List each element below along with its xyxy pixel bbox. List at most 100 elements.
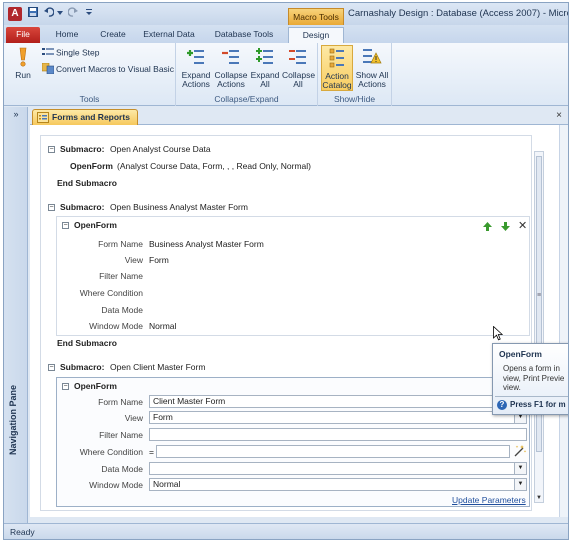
filter-name-input-3[interactable] [149, 428, 527, 441]
tooltip-help: ? Press F1 for m [497, 400, 566, 410]
mouse-cursor-icon [493, 325, 504, 343]
filter-name-label-2: Filter Name [99, 271, 143, 281]
expand-actions-label-1: Expand [181, 69, 211, 80]
show-all-actions-label-1: Show All [355, 69, 389, 80]
collapse-actions-label-1: Collapse [214, 69, 248, 80]
window-mode-dropdown-icon[interactable]: ▼ [514, 479, 526, 490]
undo-dropdown-icon[interactable] [56, 7, 64, 21]
submacro-3-name[interactable]: Open Client Master Form [110, 362, 205, 372]
tools-group: Run Single Step Convert Macros to Visual… [4, 43, 176, 106]
convert-macros-button[interactable]: Convert Macros to Visual Basic [41, 62, 174, 76]
help-icon: ? [497, 400, 507, 410]
close-document-icon[interactable]: × [556, 110, 562, 121]
show-all-actions-icon [355, 47, 389, 70]
run-label: Run [15, 69, 31, 80]
collapse-submacro-3-icon[interactable]: − [48, 364, 55, 371]
run-button[interactable]: Run [10, 47, 36, 80]
delete-action-icon[interactable]: ✕ [518, 219, 527, 232]
submacro-1-keyword: Submacro: [60, 144, 105, 154]
where-condition-equals-3: = [149, 447, 154, 457]
tools-group-label: Tools [79, 94, 100, 104]
collapse-expand-group: Expand Actions Collapse Actions Expand A… [176, 43, 318, 106]
end-submacro-2: End Submacro [57, 338, 117, 348]
update-parameters-link[interactable]: Update Parameters [452, 495, 526, 505]
submacro-1-action[interactable]: OpenForm [70, 161, 113, 171]
form-name-combo-3[interactable]: Client Master Form ▼ [149, 395, 527, 408]
tooltip-title: OpenForm [499, 349, 542, 359]
form-name-label-2: Form Name [98, 239, 143, 249]
form-name-value-2[interactable]: Business Analyst Master Form [149, 239, 264, 249]
filter-name-label-3: Filter Name [99, 430, 143, 440]
collapse-submacro-2-icon[interactable]: − [48, 204, 55, 211]
access-window: A Macro Tools Carnashaly Design : Databa… [3, 2, 569, 540]
window-mode-combo-3[interactable]: Normal ▼ [149, 478, 527, 491]
macro-tools-context-label: Macro Tools [288, 8, 344, 25]
data-mode-combo-3[interactable]: ▼ [149, 462, 527, 475]
customize-icon[interactable] [82, 7, 96, 21]
openform-3-title: OpenForm [74, 381, 117, 391]
expand-all-icon [250, 47, 280, 70]
scroll-down-icon[interactable]: ▼ [536, 495, 542, 501]
single-step-label: Single Step [56, 47, 100, 58]
navigation-pane[interactable]: » Navigation Pane [4, 107, 28, 523]
tab-file[interactable]: File [6, 27, 40, 43]
action-catalog-button[interactable]: Action Catalog [321, 45, 353, 91]
action-catalog-icon [322, 48, 352, 71]
window-mode-label-3: Window Mode [89, 480, 143, 490]
submacro-1-name[interactable]: Open Analyst Course Data [110, 144, 211, 154]
show-hide-group: Action Catalog Show All Actions Show/Hid… [318, 43, 392, 106]
tab-create[interactable]: Create [94, 27, 132, 43]
form-name-label-3: Form Name [98, 397, 143, 407]
window-mode-value-2[interactable]: Normal [149, 321, 176, 331]
view-combo-3[interactable]: Form ▼ [149, 411, 527, 424]
tab-forms-and-reports-label: Forms and Reports [52, 112, 130, 122]
window-mode-label-2: Window Mode [89, 321, 143, 331]
ribbon: Run Single Step Convert Macros to Visual… [4, 43, 568, 106]
collapse-openform-3-icon[interactable]: − [62, 383, 69, 390]
tab-design[interactable]: Design [288, 27, 344, 43]
status-bar: Ready [4, 523, 568, 539]
form-name-combo-3-value: Client Master Form [153, 396, 226, 406]
collapse-submacro-1-icon[interactable]: − [48, 146, 55, 153]
view-value-2[interactable]: Form [149, 255, 169, 265]
undo-icon[interactable] [42, 7, 56, 21]
nav-pane-toggle-icon[interactable]: » [4, 109, 28, 121]
editor-scrollbar[interactable]: ≡ ▼ [534, 151, 544, 503]
save-icon[interactable] [26, 7, 40, 21]
single-step-button[interactable]: Single Step [42, 47, 99, 59]
data-mode-dropdown-icon[interactable]: ▼ [514, 463, 526, 474]
data-mode-label-3: Data Mode [101, 464, 143, 474]
expand-actions-label-2: Actions [182, 79, 210, 89]
tab-forms-and-reports[interactable]: Forms and Reports [32, 109, 138, 125]
ribbon-tabs: File Home Create External Data Database … [4, 25, 568, 43]
expand-all-button[interactable]: Expand All [250, 47, 280, 90]
action-tooltip: OpenForm Opens a form in view, Print Pre… [492, 343, 568, 415]
submacro-2-name[interactable]: Open Business Analyst Master Form [110, 202, 248, 212]
show-all-actions-button[interactable]: Show All Actions [355, 47, 389, 90]
editor-right-panel [559, 125, 568, 517]
show-hide-group-label: Show/Hide [333, 94, 376, 104]
where-condition-input-3[interactable] [156, 445, 510, 458]
collapse-all-button[interactable]: Collapse All [282, 47, 315, 90]
tab-database-tools[interactable]: Database Tools [208, 27, 280, 43]
show-all-actions-label-2: Actions [358, 79, 386, 89]
expand-actions-icon [180, 47, 212, 70]
convert-macros-label: Convert Macros to Visual Basic [56, 63, 174, 74]
end-submacro-1: End Submacro [57, 178, 117, 188]
expression-builder-icon[interactable] [514, 444, 527, 459]
status-text: Ready [10, 527, 35, 537]
move-up-icon[interactable] [482, 222, 492, 232]
expand-actions-button[interactable]: Expand Actions [180, 47, 212, 90]
collapse-actions-button[interactable]: Collapse Actions [214, 47, 248, 90]
tab-home[interactable]: Home [50, 27, 84, 43]
collapse-expand-group-label: Collapse/Expand [214, 94, 279, 104]
collapse-actions-icon [214, 47, 248, 70]
view-label-2: View [124, 255, 143, 265]
access-app-icon[interactable]: A [8, 7, 22, 21]
move-down-icon[interactable] [500, 222, 510, 232]
redo-icon[interactable] [66, 7, 80, 21]
tab-external-data[interactable]: External Data [138, 27, 200, 43]
submacro-1-args: (Analyst Course Data, Form, , , Read Onl… [117, 161, 311, 171]
collapse-openform-2-icon[interactable]: − [62, 222, 69, 229]
document-tab-bar: Forms and Reports × [30, 107, 568, 125]
